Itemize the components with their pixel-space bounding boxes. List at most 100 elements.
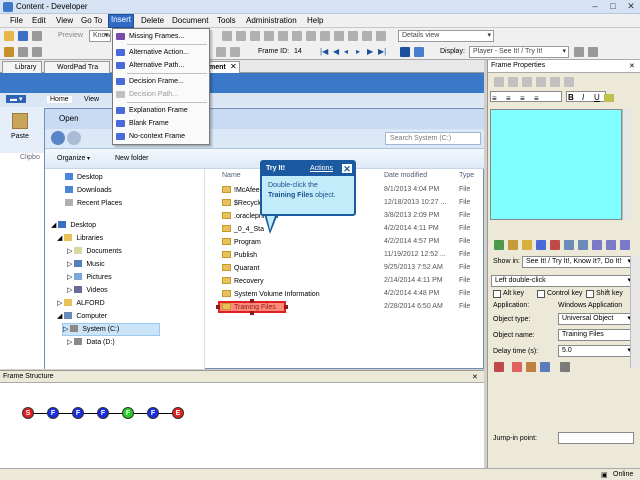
- menu-help[interactable]: Help: [307, 16, 323, 25]
- tool-icon[interactable]: [574, 47, 584, 57]
- shift-key-checkbox[interactable]: [586, 290, 594, 298]
- close-window-button[interactable]: ✕: [622, 1, 640, 12]
- menu-item-alternative-path[interactable]: Alternative Path...: [113, 59, 209, 72]
- tool-icon[interactable]: [592, 240, 602, 250]
- last-frame-icon[interactable]: ▶|: [378, 47, 386, 56]
- tool-icon[interactable]: [522, 240, 532, 250]
- frame-node[interactable]: F: [47, 407, 59, 419]
- bubble-actions-link[interactable]: Actions: [310, 165, 333, 172]
- tool-icon[interactable]: [620, 240, 630, 250]
- tool-icon[interactable]: [578, 240, 588, 250]
- frame-node[interactable]: F: [72, 407, 84, 419]
- menu-edit[interactable]: Edit: [32, 16, 46, 25]
- menu-item-missing-frames[interactable]: Missing Frames...: [113, 30, 209, 43]
- menu-view[interactable]: View: [56, 16, 73, 25]
- tool-icon[interactable]: [216, 47, 226, 57]
- menu-item-blank-frame[interactable]: Blank Frame: [113, 117, 209, 130]
- tool-icon[interactable]: [550, 77, 560, 87]
- tool-icon[interactable]: [536, 240, 546, 250]
- justify-icon[interactable]: ≡: [534, 94, 539, 103]
- menu-delete[interactable]: Delete: [141, 16, 164, 25]
- tool-icon[interactable]: [320, 31, 330, 41]
- tool-icon[interactable]: [564, 77, 574, 87]
- prev-icon[interactable]: ◂: [344, 47, 348, 56]
- cut-icon[interactable]: [32, 31, 42, 41]
- display-combo[interactable]: Player - See It! / Try It!: [469, 46, 569, 58]
- frame-node-end[interactable]: E: [172, 407, 184, 419]
- view-combo[interactable]: Details view: [398, 30, 494, 42]
- bubble-callout[interactable]: Try It! Actions ✕ Double-click the Train…: [260, 160, 356, 216]
- tool-icon[interactable]: [522, 77, 532, 87]
- tool-icon[interactable]: [560, 362, 570, 372]
- tool-icon[interactable]: [588, 47, 598, 57]
- tool-icon[interactable]: [264, 31, 274, 41]
- object-name-input[interactable]: Training Files: [558, 329, 634, 341]
- properties-scrollbar[interactable]: [630, 256, 639, 368]
- frame-icon[interactable]: [414, 47, 424, 57]
- delay-combo[interactable]: 5.0: [558, 345, 634, 357]
- font-combo[interactable]: [490, 91, 562, 102]
- panel-close-icon[interactable]: ✕: [472, 373, 478, 381]
- menu-document[interactable]: Document: [172, 16, 208, 25]
- tool-icon[interactable]: [512, 362, 522, 372]
- object-type-combo[interactable]: Universal Object: [558, 313, 634, 325]
- italic-icon[interactable]: I: [582, 93, 584, 102]
- tool-icon[interactable]: [250, 31, 260, 41]
- next-icon[interactable]: ▸: [356, 47, 360, 56]
- underline-icon[interactable]: U: [594, 93, 600, 102]
- frame-node[interactable]: F: [97, 407, 109, 419]
- menu-item-no-context-frame[interactable]: No-context Frame: [113, 130, 209, 143]
- tool-icon[interactable]: [278, 31, 288, 41]
- tool-icon[interactable]: [606, 240, 616, 250]
- menu-insert[interactable]: Insert: [107, 14, 135, 28]
- menu-item-decision-frame[interactable]: Decision Frame...: [113, 75, 209, 88]
- tool-icon[interactable]: [494, 77, 504, 87]
- panel-pin-icon[interactable]: ✕: [629, 62, 635, 70]
- frame-node-start[interactable]: S: [22, 407, 34, 419]
- tool-icon[interactable]: [334, 31, 344, 41]
- tool-icon[interactable]: [32, 47, 42, 57]
- know-combo[interactable]: Know: [89, 30, 111, 42]
- tab-library[interactable]: Library: [2, 61, 42, 73]
- tool-icon[interactable]: [550, 240, 560, 250]
- tool-icon[interactable]: [526, 362, 536, 372]
- save-icon[interactable]: [18, 31, 28, 41]
- prev-frame-icon[interactable]: ◀: [333, 47, 339, 56]
- tool-icon[interactable]: [376, 31, 386, 41]
- tool-icon[interactable]: [292, 31, 302, 41]
- hotspot-handle[interactable]: [284, 305, 288, 309]
- tool-icon[interactable]: [236, 31, 246, 41]
- tool-icon[interactable]: [508, 240, 518, 250]
- frame-node-current[interactable]: F: [122, 407, 134, 419]
- tool-icon[interactable]: [306, 31, 316, 41]
- tool-icon[interactable]: [494, 240, 504, 250]
- library-icon[interactable]: [4, 47, 14, 57]
- close-tab-icon[interactable]: ✕: [230, 62, 237, 71]
- tab-wordpad[interactable]: WordPad Tra: [44, 61, 110, 73]
- editor-scrollbar[interactable]: [622, 109, 631, 220]
- alt-key-checkbox[interactable]: [493, 290, 501, 298]
- maximize-button[interactable]: □: [604, 1, 622, 12]
- jump-in-input[interactable]: [558, 432, 634, 444]
- tool-icon[interactable]: [222, 31, 232, 41]
- frame-node[interactable]: F: [147, 407, 159, 419]
- frame-icon[interactable]: [400, 47, 410, 57]
- align-left-icon[interactable]: ≡: [492, 94, 497, 103]
- menu-item-alternative-action[interactable]: Alternative Action...: [113, 46, 209, 59]
- hotspot-handle[interactable]: [216, 305, 220, 309]
- open-icon[interactable]: [4, 31, 14, 41]
- highlight-icon[interactable]: [604, 94, 614, 102]
- tool-icon[interactable]: [564, 240, 574, 250]
- tool-icon[interactable]: [18, 47, 28, 57]
- bubble-text-editor[interactable]: [490, 109, 622, 220]
- tool-icon[interactable]: [536, 77, 546, 87]
- menu-goto[interactable]: Go To: [81, 16, 102, 25]
- tool-icon[interactable]: [540, 362, 550, 372]
- first-frame-icon[interactable]: |◀: [320, 47, 328, 56]
- menu-item-explanation-frame[interactable]: Explanation Frame: [113, 104, 209, 117]
- preview-button[interactable]: Preview: [58, 32, 83, 39]
- tool-icon[interactable]: [362, 31, 372, 41]
- tool-icon[interactable]: [508, 77, 518, 87]
- next-frame-icon[interactable]: ▶: [367, 47, 373, 56]
- show-in-combo[interactable]: See It! / Try It!, Know It?, Do It!: [522, 256, 634, 268]
